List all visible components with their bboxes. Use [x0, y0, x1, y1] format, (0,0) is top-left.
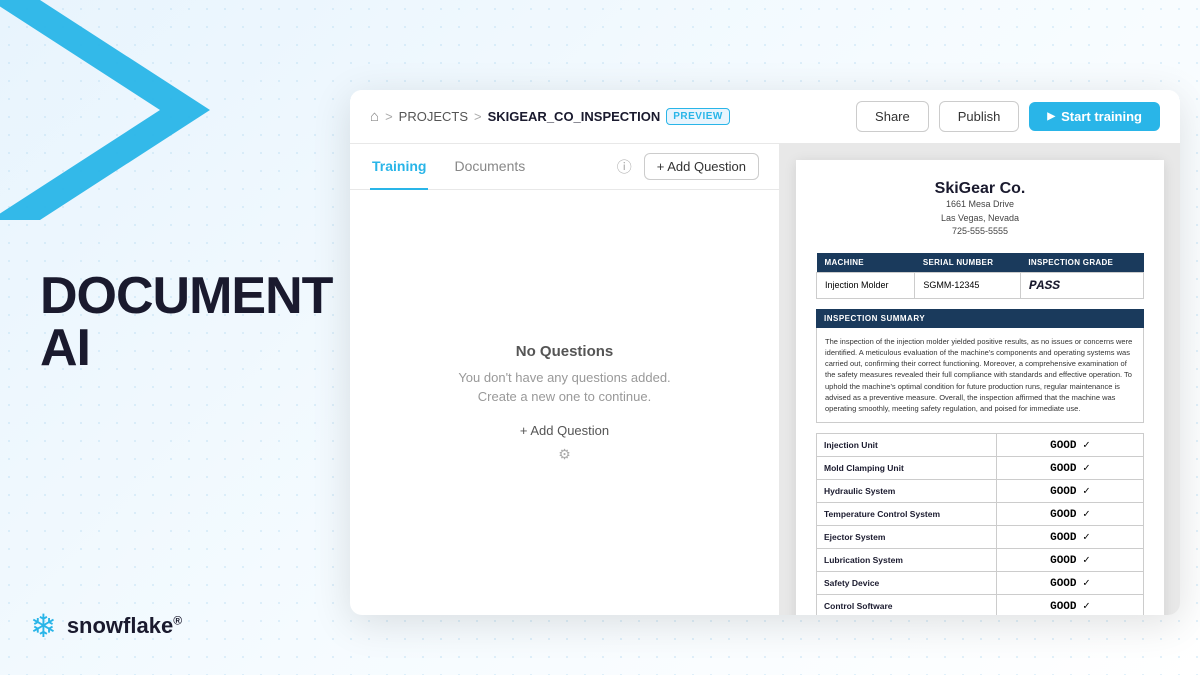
- header-bar: ⌂ > PROJECTS > SKIGEAR_CO_INSPECTION PRE…: [350, 90, 1180, 144]
- checklist-row: Hydraulic SystemGOOD ✓: [817, 480, 1144, 503]
- brand-text: DOCUMENT AI: [40, 270, 332, 374]
- add-question-button-top[interactable]: + Add Question: [644, 153, 759, 180]
- nav-current-project: SKIGEAR_CO_INSPECTION: [488, 109, 661, 124]
- summary-text: The inspection of the injection molder y…: [816, 328, 1144, 424]
- tabs-actions: ⓘ + Add Question: [617, 153, 759, 180]
- machine-value: Injection Molder: [817, 272, 915, 298]
- info-icon[interactable]: ⓘ: [617, 156, 632, 177]
- checklist-item: Safety Device: [817, 572, 997, 595]
- main-panel: ⌂ > PROJECTS > SKIGEAR_CO_INSPECTION PRE…: [350, 90, 1180, 615]
- checklist-row: Mold Clamping UnitGOOD ✓: [817, 457, 1144, 480]
- checklist-value: GOOD ✓: [996, 480, 1143, 503]
- checklist-item: Temperature Control System: [817, 503, 997, 526]
- checklist-item: Ejector System: [817, 526, 997, 549]
- checklist-value: GOOD ✓: [996, 572, 1143, 595]
- publish-button[interactable]: Publish: [939, 101, 1020, 132]
- checklist-row: Safety DeviceGOOD ✓: [817, 572, 1144, 595]
- checklist-row: Ejector SystemGOOD ✓: [817, 526, 1144, 549]
- checklist-value: GOOD ✓: [996, 434, 1143, 457]
- snowflake-brand: ❄ snowflake®: [30, 607, 182, 645]
- brand-ai: AI: [40, 322, 332, 374]
- content-area: Training Documents ⓘ + Add Question No Q…: [350, 144, 1180, 615]
- machine-table: MACHINE SERIAL NUMBER INSPECTION GRADE I…: [816, 253, 1144, 299]
- col-grade: INSPECTION GRADE: [1020, 253, 1143, 273]
- checklist-row: Injection UnitGOOD ✓: [817, 434, 1144, 457]
- checklist-value: GOOD ✓: [996, 549, 1143, 572]
- grade-value: PASS: [1020, 272, 1143, 298]
- empty-state-title: No Questions: [516, 343, 614, 360]
- col-serial: SERIAL NUMBER: [915, 253, 1021, 273]
- checklist-value: GOOD ✓: [996, 526, 1143, 549]
- checklist-value: GOOD ✓: [996, 595, 1143, 615]
- checklist-item: Mold Clamping Unit: [817, 457, 997, 480]
- left-panel: Training Documents ⓘ + Add Question No Q…: [350, 144, 780, 615]
- company-phone: 725-555-5555: [816, 225, 1144, 239]
- table-row: Injection Molder SGMM-12345 PASS: [817, 272, 1144, 298]
- tab-training[interactable]: Training: [370, 144, 428, 190]
- serial-value: SGMM-12345: [915, 272, 1021, 298]
- tabs-bar: Training Documents ⓘ + Add Question: [350, 144, 779, 190]
- home-icon[interactable]: ⌂: [370, 108, 379, 125]
- breadcrumb-separator-1: >: [385, 109, 393, 124]
- col-machine: MACHINE: [817, 253, 915, 273]
- document-sheet: SkiGear Co. 1661 Mesa Drive Las Vegas, N…: [796, 160, 1164, 615]
- preview-badge: PREVIEW: [666, 108, 730, 125]
- company-name: SkiGear Co.: [816, 180, 1144, 198]
- checklist-item: Injection Unit: [817, 434, 997, 457]
- checklist-item: Hydraulic System: [817, 480, 997, 503]
- tab-documents[interactable]: Documents: [452, 144, 527, 190]
- chevron-decoration: [0, 0, 240, 250]
- summary-header: INSPECTION SUMMARY: [816, 309, 1144, 328]
- header-actions: Share Publish Start training: [856, 101, 1160, 132]
- settings-icon: ⚙: [558, 446, 571, 463]
- start-training-button[interactable]: Start training: [1029, 102, 1160, 131]
- company-address-2: Las Vegas, Nevada: [816, 212, 1144, 226]
- company-address-1: 1661 Mesa Drive: [816, 198, 1144, 212]
- breadcrumb-separator-2: >: [474, 109, 482, 124]
- document-preview-panel: SkiGear Co. 1661 Mesa Drive Las Vegas, N…: [780, 144, 1180, 615]
- empty-state-subtitle: You don't have any questions added. Crea…: [458, 368, 670, 407]
- checklist-value: GOOD ✓: [996, 457, 1143, 480]
- breadcrumb-nav: ⌂ > PROJECTS > SKIGEAR_CO_INSPECTION PRE…: [370, 108, 856, 125]
- registered-mark: ®: [173, 614, 182, 628]
- checklist-table: Injection UnitGOOD ✓Mold Clamping UnitGO…: [816, 433, 1144, 615]
- snowflake-name: snowflake®: [67, 613, 182, 639]
- add-question-button-center[interactable]: + Add Question: [520, 423, 609, 438]
- nav-projects[interactable]: PROJECTS: [399, 109, 468, 124]
- empty-state: No Questions You don't have any question…: [350, 190, 779, 615]
- checklist-row: Lubrication SystemGOOD ✓: [817, 549, 1144, 572]
- company-header: SkiGear Co. 1661 Mesa Drive Las Vegas, N…: [816, 180, 1144, 239]
- checklist-row: Temperature Control SystemGOOD ✓: [817, 503, 1144, 526]
- snowflake-icon: ❄: [30, 607, 57, 645]
- checklist-row: Control SoftwareGOOD ✓: [817, 595, 1144, 615]
- checklist-value: GOOD ✓: [996, 503, 1143, 526]
- share-button[interactable]: Share: [856, 101, 929, 132]
- checklist-item: Lubrication System: [817, 549, 997, 572]
- brand-document: DOCUMENT: [40, 270, 332, 322]
- checklist-item: Control Software: [817, 595, 997, 615]
